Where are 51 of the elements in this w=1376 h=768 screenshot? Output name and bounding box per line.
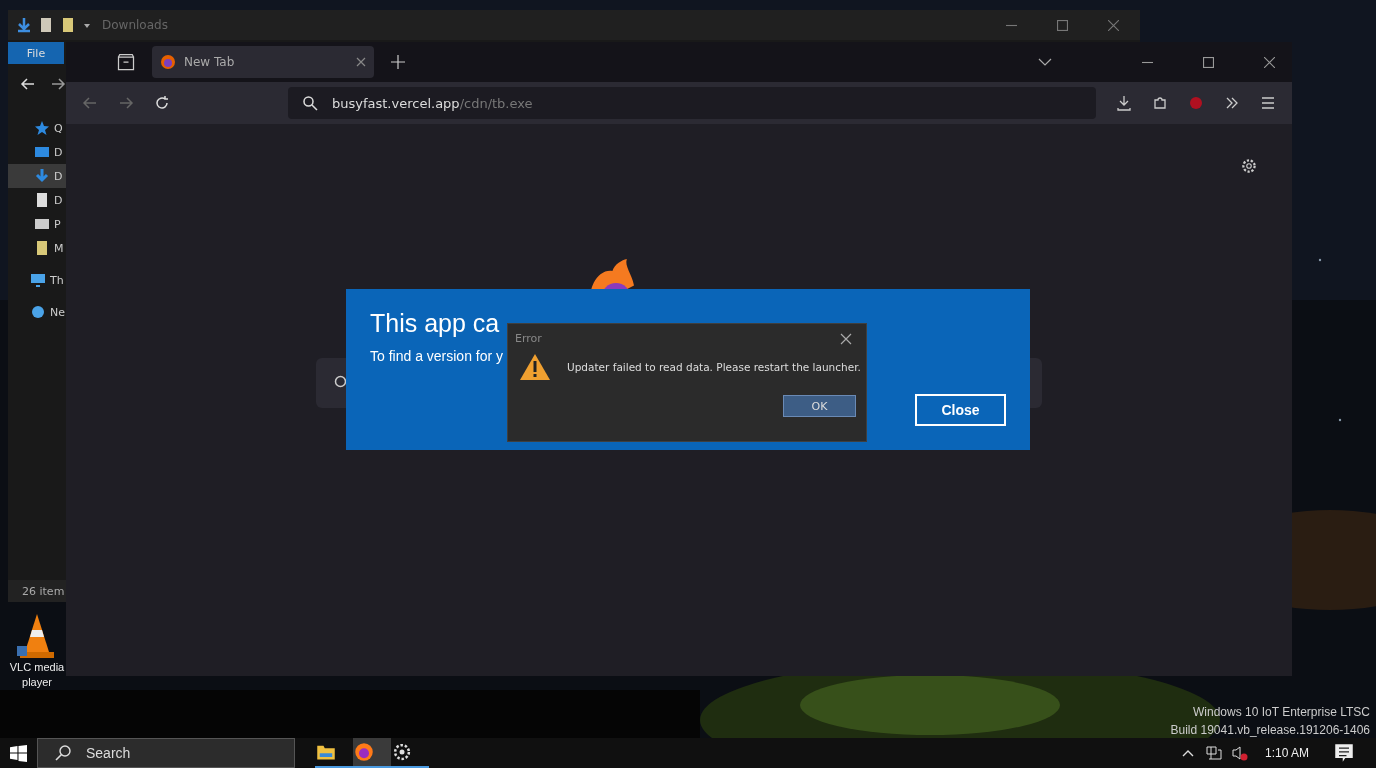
sidebar-item[interactable]: D [8,140,66,164]
dialog-text: To find a version for y [370,348,505,364]
maximize-icon[interactable] [1203,56,1214,68]
error-message: Updater failed to read data. Please restart the launcher. [567,361,861,373]
double-chevron-icon[interactable] [1224,95,1240,111]
download-icon[interactable] [1116,95,1132,111]
firefox-taskbar-button[interactable] [353,738,391,768]
sidebar-item[interactable]: Q [8,116,66,140]
firefox-icon [160,54,176,70]
firefox-icon [353,742,374,762]
sidebar-item[interactable]: D [8,188,66,212]
ok-button[interactable]: OK [783,395,856,417]
status-text: 26 item [22,584,65,598]
forward-arrow-icon[interactable] [50,76,66,92]
computer-icon [30,272,46,288]
close-icon[interactable] [1264,56,1275,68]
sidebar-item[interactable]: D [8,164,66,188]
clock-text[interactable]: 1:10 AM [1264,746,1309,760]
window-title: Downloads [102,18,168,32]
desktop-icon [34,144,50,160]
tab-list-icon[interactable] [116,52,136,72]
sidebar-item[interactable]: Th [8,268,66,292]
windows-start-icon[interactable] [10,744,27,762]
desktop-shortcut[interactable]: VLC media player [4,612,70,690]
settings-icon[interactable] [1240,157,1258,175]
sidebar-item[interactable]: P [8,212,66,236]
download-icon [16,17,32,33]
close-icon[interactable] [840,332,852,345]
address-field[interactable]: busyfast.vercel.app/cdn/tb.exe [288,87,1096,119]
watermark-text: Windows 10 IoT Enterprise LTSC [1193,704,1370,721]
sidebar-item[interactable]: M [8,236,66,260]
notification-icon[interactable] [1334,743,1354,763]
close-button[interactable]: Close [915,394,1006,426]
sidebar-item[interactable]: Ne [8,300,66,324]
warning-icon [519,353,551,381]
muted-speaker-icon[interactable] [1231,745,1248,761]
reload-icon[interactable] [154,95,170,111]
back-arrow-icon[interactable] [20,76,36,92]
plus-icon[interactable] [390,54,406,70]
watermark-text: Build 19041.vb_release.191206-1406 [1170,722,1370,739]
maximize-icon[interactable] [1057,19,1068,31]
pin-icon [34,120,50,136]
close-icon[interactable] [1108,19,1119,31]
close-icon[interactable] [356,57,366,67]
dialog-title: Error [515,332,542,345]
gear-icon [391,742,412,762]
menu-icon[interactable] [1260,95,1276,111]
download-icon [34,168,50,184]
search-field[interactable]: Search [37,738,295,768]
file-tab[interactable]: File [8,42,64,64]
browser-tab[interactable]: New Tab [152,46,374,78]
